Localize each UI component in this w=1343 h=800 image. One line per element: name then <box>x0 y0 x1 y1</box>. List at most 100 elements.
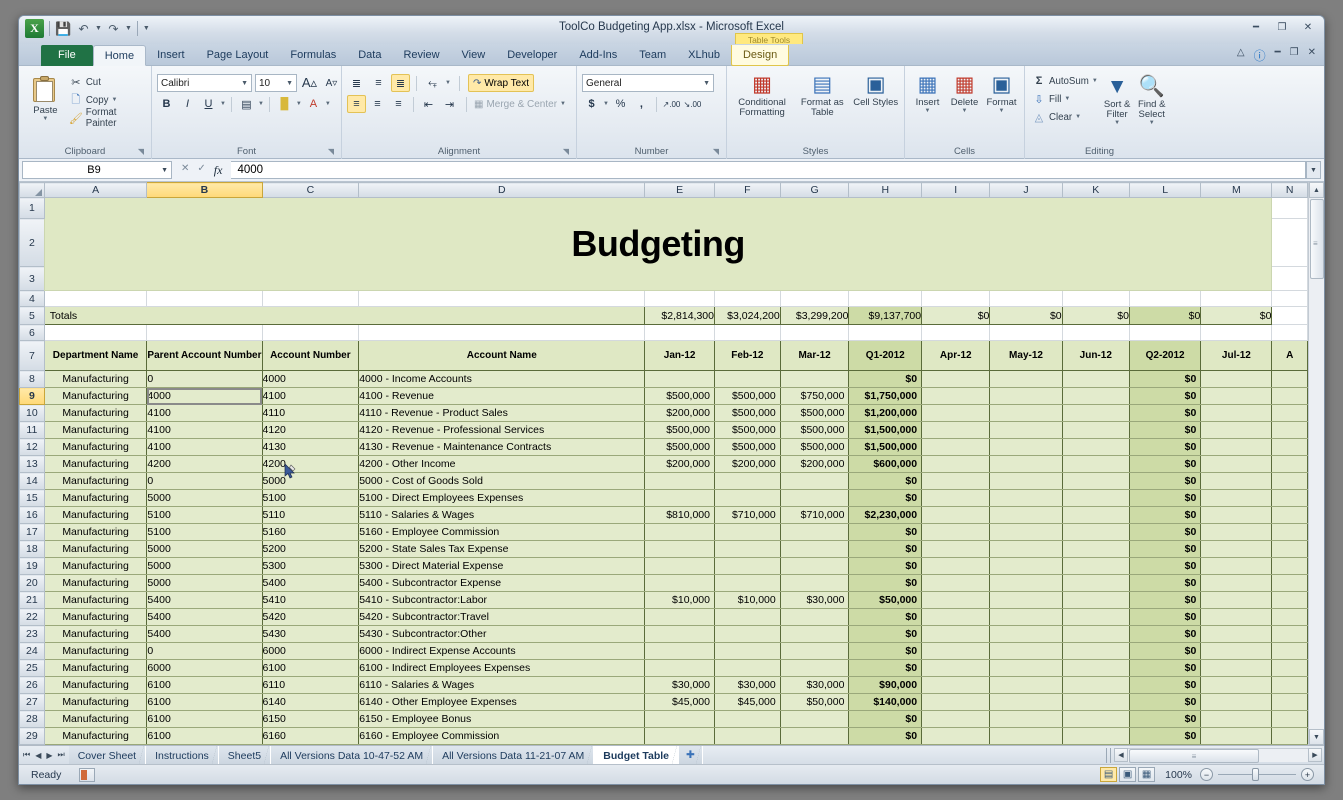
cell-account-name[interactable]: 6140 - Other Employee Expenses <box>359 694 645 711</box>
row-header-29[interactable]: 29 <box>20 728 45 745</box>
paste-button[interactable]: Paste ▼ <box>24 75 67 122</box>
column-header-f[interactable]: F <box>714 183 780 198</box>
help-icon[interactable]: ⓘ <box>1254 47 1266 64</box>
row-header-30[interactable]: 30 <box>20 745 45 746</box>
tab-split-handle[interactable] <box>1106 748 1111 763</box>
column-header-m[interactable]: M <box>1201 183 1272 198</box>
row-header-8[interactable]: 8 <box>20 371 45 388</box>
cell-jul-value[interactable] <box>1201 541 1272 558</box>
totals-value-cell[interactable]: $0 <box>990 307 1062 325</box>
cell-feb-value[interactable]: $500,000 <box>714 388 780 405</box>
cell-apr-value[interactable] <box>922 490 990 507</box>
sort-filter-button[interactable]: ▼ Sort & Filter ▼ <box>1100 73 1135 126</box>
cell-feb-value[interactable] <box>714 541 780 558</box>
percent-style-icon[interactable]: % <box>611 95 630 113</box>
cell-jan-value[interactable] <box>645 490 715 507</box>
number-dialog-launcher-icon[interactable]: ◥ <box>713 145 719 158</box>
copy-dropdown-icon[interactable]: ▼ <box>111 97 117 103</box>
cell-apr-value[interactable] <box>922 711 990 728</box>
cell-apr-value[interactable] <box>922 609 990 626</box>
row-header-6[interactable]: 6 <box>20 325 45 341</box>
cell-q2-total[interactable]: $0 <box>1129 558 1200 575</box>
cell-aug-value[interactable] <box>1272 592 1308 609</box>
page-layout-view-button[interactable]: ▣ <box>1119 767 1136 782</box>
cell-jul-value[interactable] <box>1201 677 1272 694</box>
column-header-a[interactable]: A <box>44 183 147 198</box>
cell-jul-value[interactable] <box>1201 728 1272 745</box>
cell-account-name[interactable]: 4110 - Revenue - Product Sales <box>359 405 645 422</box>
cell-parent-account-number[interactable]: 4100 <box>147 405 262 422</box>
font-color-button[interactable]: A <box>304 95 323 113</box>
find-select-dropdown-icon[interactable]: ▼ <box>1149 120 1155 126</box>
column-header-d[interactable]: D <box>359 183 645 198</box>
cell-q1-total[interactable]: $140,000 <box>849 694 922 711</box>
cell-feb-value[interactable]: $45,000 <box>714 694 780 711</box>
cell-q2-total[interactable]: $0 <box>1129 473 1200 490</box>
name-box[interactable]: B9 ▼ <box>22 161 172 179</box>
cell-apr-value[interactable] <box>922 745 990 746</box>
cell-apr-value[interactable] <box>922 677 990 694</box>
cell-parent-account-number[interactable]: 5000 <box>147 541 262 558</box>
cell-aug-value[interactable] <box>1272 745 1308 746</box>
cell-q1-total[interactable]: $90,000 <box>849 677 922 694</box>
cell-jun-value[interactable] <box>1062 490 1129 507</box>
cell-feb-value[interactable] <box>714 643 780 660</box>
cell-jun-value[interactable] <box>1062 643 1129 660</box>
cell-aug-value[interactable] <box>1272 728 1308 745</box>
cell-jan-value[interactable] <box>645 541 715 558</box>
cell-may-value[interactable] <box>990 643 1062 660</box>
table-header-jun-12[interactable]: Jun-12 <box>1062 341 1129 371</box>
italic-button[interactable]: I <box>178 95 197 113</box>
cell-department-name[interactable]: Manufacturing <box>44 371 147 388</box>
cell-mar-value[interactable] <box>780 660 849 677</box>
tab-home[interactable]: Home <box>93 45 146 66</box>
cell-parent-account-number[interactable]: 6000 <box>147 745 262 746</box>
column-header-n[interactable]: N <box>1272 183 1308 198</box>
cell-styles-button[interactable]: ▣ Cell Styles <box>852 71 899 108</box>
increase-decimal-icon[interactable]: ↗.00 <box>662 95 681 113</box>
cell-jun-value[interactable] <box>1062 609 1129 626</box>
cell-apr-value[interactable] <box>922 456 990 473</box>
row-header-7[interactable]: 7 <box>20 341 45 371</box>
font-name-dropdown-icon[interactable]: ▼ <box>238 80 248 87</box>
delete-dropdown-icon[interactable]: ▼ <box>962 108 968 114</box>
cell-jul-value[interactable] <box>1201 609 1272 626</box>
cell-department-name[interactable]: Manufacturing <box>44 524 147 541</box>
cell-mar-value[interactable]: $710,000 <box>780 507 849 524</box>
table-header-a[interactable]: A <box>1272 341 1308 371</box>
cell-account-name[interactable]: 5160 - Employee Commission <box>359 524 645 541</box>
cell-account-number[interactable]: 5000 <box>262 473 359 490</box>
grid-cell-blank[interactable] <box>147 291 262 307</box>
grid-cell-blank[interactable] <box>922 325 990 341</box>
grid-cell-blank[interactable] <box>645 291 715 307</box>
cell-account-name[interactable]: 5200 - State Sales Tax Expense <box>359 541 645 558</box>
totals-value-cell[interactable]: $0 <box>922 307 990 325</box>
cell-mar-value[interactable]: $50,000 <box>780 694 849 711</box>
cell-jan-value[interactable] <box>645 728 715 745</box>
minimize-icon[interactable]: ━ <box>1248 20 1264 34</box>
cell-account-number[interactable]: 5110 <box>262 507 359 524</box>
tab-insert[interactable]: Insert <box>146 45 196 66</box>
cell-mar-value[interactable] <box>780 728 849 745</box>
row-header-21[interactable]: 21 <box>20 592 45 609</box>
horizontal-scroll-thumb[interactable]: ≡ <box>1129 749 1259 763</box>
cell-feb-value[interactable] <box>714 609 780 626</box>
cell-aug-value[interactable] <box>1272 490 1308 507</box>
column-header-row[interactable]: ABCDEFGHIJKLMN <box>20 183 1308 198</box>
close-icon[interactable]: ✕ <box>1300 20 1316 34</box>
cell-may-value[interactable] <box>990 660 1062 677</box>
minimize-ribbon-icon[interactable]: △ <box>1237 47 1245 64</box>
cell-mar-value[interactable] <box>780 609 849 626</box>
orientation-dropdown-icon[interactable]: ▼ <box>445 80 451 86</box>
cell-feb-value[interactable] <box>714 728 780 745</box>
cell-account-name[interactable]: 6200 - Professional Services <box>359 745 645 746</box>
horizontal-scrollbar[interactable]: ≡ <box>1128 748 1308 762</box>
cell-jun-value[interactable] <box>1062 711 1129 728</box>
tab-review[interactable]: Review <box>392 45 450 66</box>
sheet-tab-instructions[interactable]: Instructions <box>146 746 219 764</box>
cell-jan-value[interactable]: $500,000 <box>645 388 715 405</box>
cell-aug-value[interactable] <box>1272 524 1308 541</box>
cell-mar-value[interactable]: $500,000 <box>780 405 849 422</box>
cell-account-number[interactable]: 5430 <box>262 626 359 643</box>
cell-jun-value[interactable] <box>1062 677 1129 694</box>
